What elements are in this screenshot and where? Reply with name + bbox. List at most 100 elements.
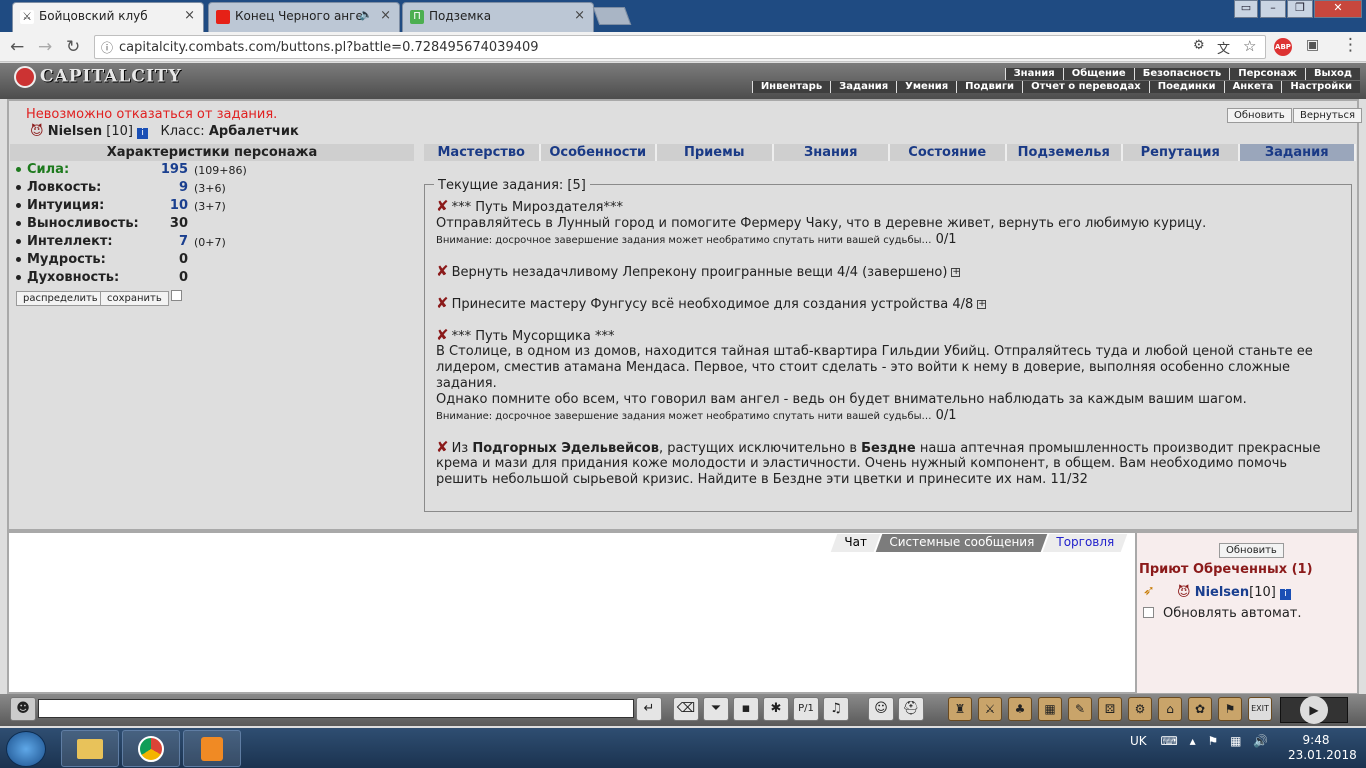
- expand-icon[interactable]: +: [977, 300, 987, 309]
- menu-znaniya[interactable]: Знания: [1004, 68, 1063, 80]
- translate-icon[interactable]: 文: [1217, 38, 1230, 57]
- network-icon[interactable]: ▦: [1230, 734, 1241, 748]
- volume-icon[interactable]: 🔊: [1253, 734, 1268, 748]
- new-tab-button[interactable]: [592, 7, 632, 25]
- tray-arrow-icon[interactable]: ▴: [1190, 734, 1196, 748]
- player-name[interactable]: Nielsen: [48, 124, 102, 139]
- tab-znaniya[interactable]: Знания: [773, 144, 890, 161]
- keyboard-icon[interactable]: ⌨: [1160, 734, 1177, 748]
- distribute-button[interactable]: распределить: [16, 291, 105, 306]
- helmet-icon[interactable]: ⛑: [898, 697, 924, 721]
- submenu-nastroyki[interactable]: Настройки: [1281, 81, 1360, 93]
- speaker-icon[interactable]: 🔈: [359, 8, 373, 21]
- gear-icon[interactable]: ⚙: [1128, 697, 1152, 721]
- back-button[interactable]: Вернуться: [1293, 108, 1363, 123]
- taskbar-clock[interactable]: 9:48 23.01.2018: [1288, 733, 1357, 763]
- cancel-quest-icon[interactable]: ✘: [436, 326, 449, 344]
- close-tab-icon[interactable]: ×: [380, 8, 391, 23]
- bookmark-star-icon[interactable]: ☆: [1243, 37, 1256, 55]
- info-icon[interactable]: i: [1279, 589, 1291, 600]
- cancel-quest-icon[interactable]: ✘: [436, 197, 449, 215]
- save-button[interactable]: сохранить: [100, 291, 169, 306]
- forward-arrow-icon[interactable]: →: [38, 37, 52, 57]
- chat-tab-trade[interactable]: Торговля: [1042, 534, 1127, 552]
- back-arrow-icon[interactable]: ←: [10, 37, 24, 57]
- tab-masterstvo[interactable]: Мастерство: [424, 144, 541, 161]
- chat-head-icon[interactable]: ☻: [10, 697, 36, 721]
- maximize-button[interactable]: ❐: [1287, 0, 1313, 18]
- tab-osobennosti[interactable]: Особенности: [540, 144, 657, 161]
- menu-personazh[interactable]: Персонаж: [1229, 68, 1305, 80]
- flag-tray-icon[interactable]: ⚑: [1208, 734, 1219, 748]
- menu-dots-icon[interactable]: ⋮: [1342, 35, 1359, 55]
- submenu-podvigi[interactable]: Подвиги: [956, 81, 1023, 93]
- submenu-zadaniya[interactable]: Задания: [830, 81, 897, 93]
- submenu-otchet[interactable]: Отчет о переводах: [1022, 81, 1149, 93]
- tab-sostoyanie[interactable]: Состояние: [890, 144, 1007, 161]
- adblock-icon[interactable]: ABP: [1274, 38, 1292, 56]
- browser-tab-podzemka[interactable]: П Подземка ×: [402, 2, 594, 32]
- send-icon[interactable]: ↵: [636, 697, 662, 721]
- flag-icon[interactable]: ⚑: [1218, 697, 1242, 721]
- cancel-quest-icon[interactable]: ✘: [436, 438, 449, 456]
- expand-icon[interactable]: +: [951, 268, 961, 277]
- autosave-checkbox[interactable]: [171, 290, 182, 301]
- explorer-taskbar-icon[interactable]: [61, 730, 119, 767]
- chat-tab-system[interactable]: Системные сообщения: [875, 534, 1047, 552]
- info-icon[interactable]: i: [137, 128, 149, 139]
- smile-icon[interactable]: ☺: [868, 697, 894, 721]
- menu-vyhod[interactable]: Выход: [1304, 68, 1360, 80]
- paw-icon[interactable]: ✿: [1188, 697, 1212, 721]
- minimize-button[interactable]: –: [1260, 0, 1286, 18]
- reload-icon[interactable]: ↻: [66, 37, 80, 57]
- chest-icon[interactable]: ▦: [1038, 697, 1062, 721]
- chat-input[interactable]: [38, 699, 634, 718]
- dice-icon[interactable]: ⚄: [1098, 697, 1122, 721]
- filter-icon[interactable]: ⏷: [703, 697, 729, 721]
- info-icon[interactable]: ⓘ: [101, 39, 113, 56]
- tab-podzemelya[interactable]: Подземелья: [1006, 144, 1123, 161]
- submenu-inventar[interactable]: Инвентарь: [751, 81, 831, 93]
- room-player-name[interactable]: Nielsen: [1195, 585, 1249, 600]
- address-bar[interactable]: ⓘ capitalcity.combats.com/buttons.pl?bat…: [94, 35, 1266, 59]
- menu-obshchenie[interactable]: Общение: [1062, 68, 1134, 80]
- menu-bezopasnost[interactable]: Безопасность: [1133, 68, 1230, 80]
- window-user-icon[interactable]: ▭: [1234, 0, 1258, 18]
- eraser-icon[interactable]: ⌫: [673, 697, 699, 721]
- browser-tab-combats[interactable]: ⚔ Бойцовский клуб ×: [12, 2, 204, 32]
- tab-priemy[interactable]: Приемы: [657, 144, 774, 161]
- private-icon[interactable]: P/1: [793, 697, 819, 721]
- exit-icon[interactable]: EXIT: [1248, 697, 1272, 721]
- language-indicator[interactable]: UK: [1130, 734, 1147, 748]
- submenu-anketa[interactable]: Анкета: [1223, 81, 1282, 93]
- private-arrow-icon[interactable]: ➶: [1143, 583, 1155, 599]
- save-log-icon[interactable]: ▪: [733, 697, 759, 721]
- house-icon[interactable]: ⌂: [1158, 697, 1182, 721]
- scroll-icon[interactable]: ✎: [1068, 697, 1092, 721]
- window-close-button[interactable]: ✕: [1314, 0, 1362, 18]
- media-player-taskbar-icon[interactable]: [183, 730, 241, 767]
- tab-reputaciya[interactable]: Репутация: [1123, 144, 1240, 161]
- close-tab-icon[interactable]: ×: [574, 8, 585, 23]
- tab-zadaniya[interactable]: Задания: [1239, 144, 1356, 161]
- cancel-quest-icon[interactable]: ✘: [436, 294, 449, 312]
- browser-tab-youtube[interactable]: Конец Черного анге 🔈 ×: [208, 2, 400, 32]
- submenu-umeniya[interactable]: Умения: [896, 81, 957, 93]
- figure-icon[interactable]: ✱: [763, 697, 789, 721]
- bag-icon[interactable]: ♣: [1008, 697, 1032, 721]
- close-tab-icon[interactable]: ×: [184, 8, 195, 23]
- chrome-taskbar-icon[interactable]: [122, 730, 180, 767]
- start-button[interactable]: [6, 731, 46, 767]
- play-icon[interactable]: ▶: [1300, 696, 1328, 724]
- cast-icon[interactable]: ▣: [1306, 37, 1319, 53]
- refresh-button[interactable]: Обновить: [1227, 108, 1292, 123]
- extension-icon[interactable]: ⚙: [1193, 38, 1205, 53]
- cancel-quest-icon[interactable]: ✘: [436, 262, 449, 280]
- clan-icon[interactable]: ♜: [948, 697, 972, 721]
- submenu-poedinki[interactable]: Поединки: [1148, 81, 1224, 93]
- auto-refresh-checkbox[interactable]: [1143, 607, 1154, 618]
- sound-icon[interactable]: ♫: [823, 697, 849, 721]
- room-refresh-button[interactable]: Обновить: [1219, 543, 1284, 558]
- sword-icon[interactable]: ⚔: [978, 697, 1002, 721]
- chat-tab-chat[interactable]: Чат: [830, 534, 880, 552]
